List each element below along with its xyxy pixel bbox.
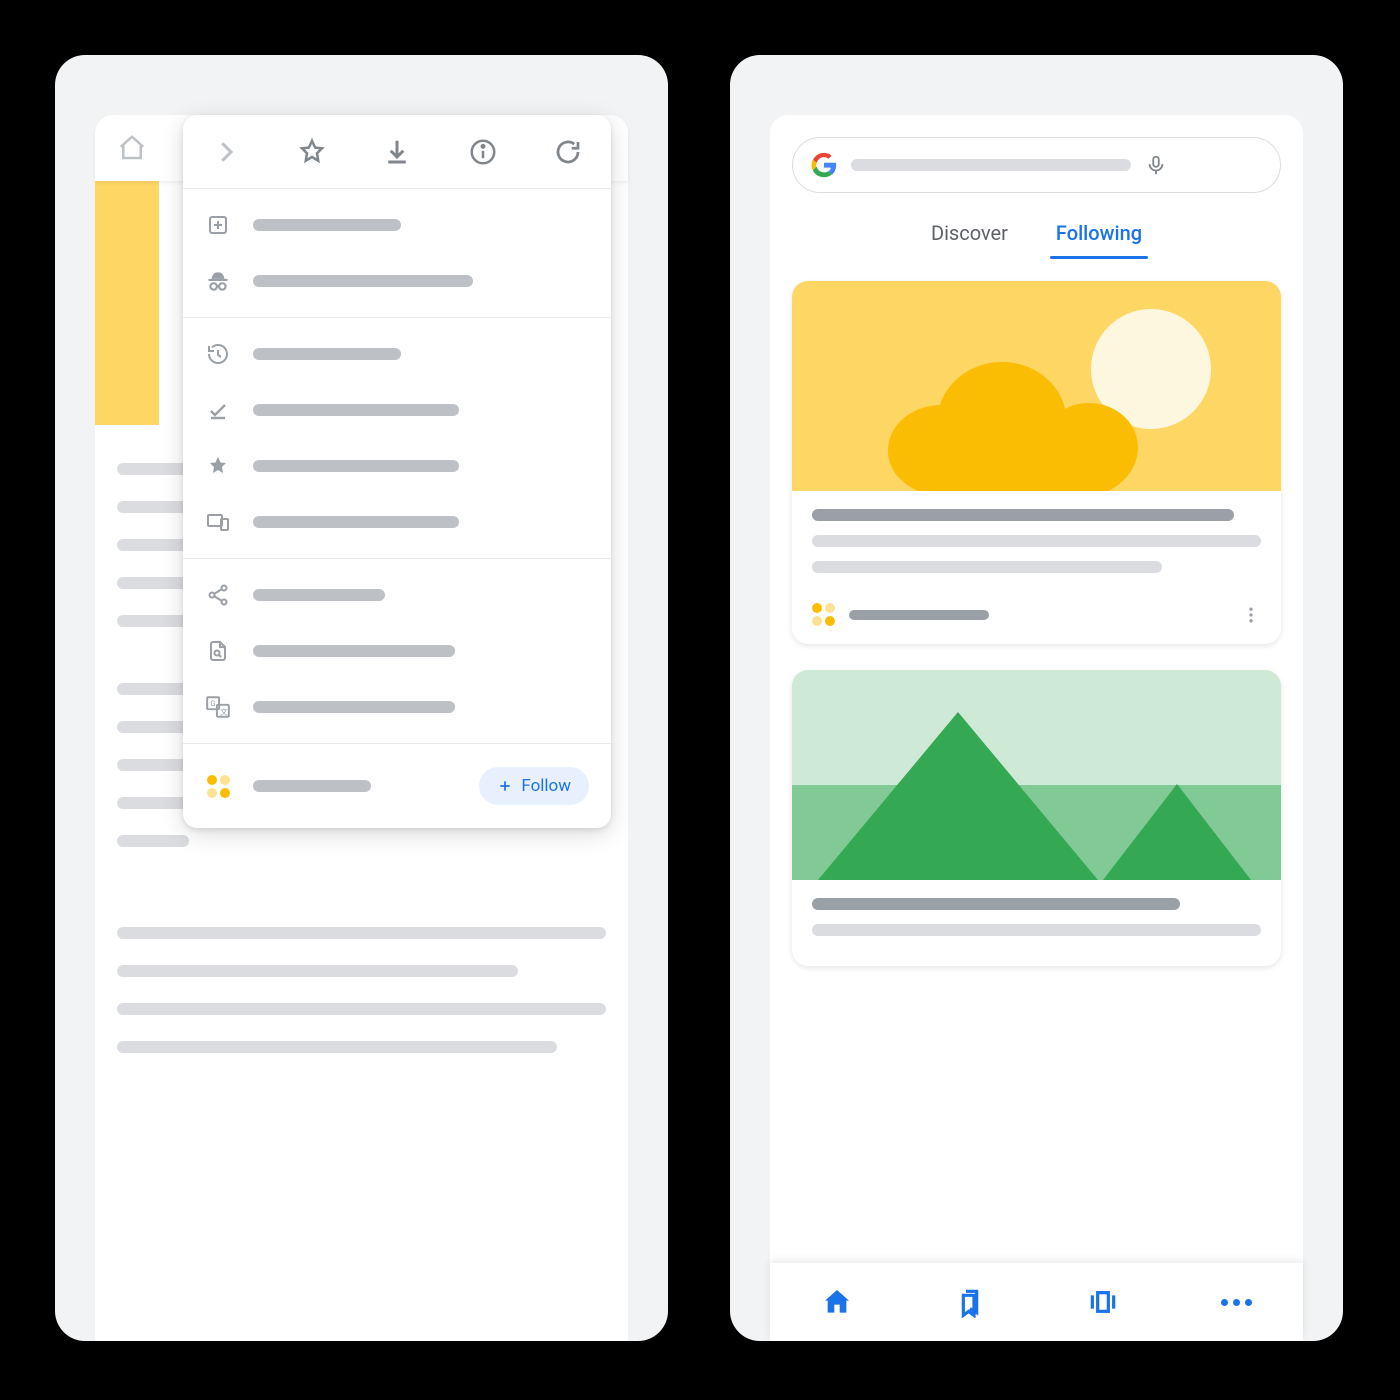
history-icon	[205, 341, 231, 367]
card-thumbnail	[792, 670, 1281, 880]
site-dots-icon	[205, 773, 231, 799]
source-dots-icon	[812, 603, 835, 626]
menu-item-translate[interactable]: G文	[183, 679, 611, 735]
follow-button[interactable]: Follow	[479, 767, 589, 805]
menu-item-new-tab[interactable]	[183, 197, 611, 253]
menu-item-recent-tabs[interactable]	[183, 494, 611, 550]
svg-text:文: 文	[220, 707, 228, 717]
menu-item-follow[interactable]: Follow	[183, 752, 611, 820]
share-icon	[205, 582, 231, 608]
hill-icon	[1103, 784, 1251, 880]
menu-item-find[interactable]	[183, 623, 611, 679]
cloud-icon	[888, 347, 1188, 491]
card-overflow-icon[interactable]	[1241, 605, 1261, 625]
downloads-done-icon	[205, 397, 231, 423]
menu-item-share[interactable]	[183, 567, 611, 623]
star-icon[interactable]	[297, 137, 327, 167]
card-footer	[792, 603, 1281, 644]
menu-item-bookmarks[interactable]	[183, 438, 611, 494]
menu-item-downloads[interactable]	[183, 382, 611, 438]
feed-surface: Discover Following	[770, 115, 1303, 1341]
reload-icon[interactable]	[553, 137, 583, 167]
follow-label: Follow	[521, 776, 571, 796]
source-name	[849, 610, 989, 620]
menu-item-label	[253, 275, 473, 287]
mic-icon[interactable]	[1145, 151, 1167, 179]
menu-section-3: G文	[183, 559, 611, 744]
plus-icon	[497, 778, 513, 794]
menu-section-2	[183, 318, 611, 559]
feed-card-2[interactable]	[792, 670, 1281, 966]
incognito-icon	[205, 268, 231, 294]
menu-item-label	[253, 701, 455, 713]
phone-following-feed: Discover Following	[730, 55, 1343, 1341]
menu-section-follow: Follow	[183, 744, 611, 828]
menu-item-label	[253, 589, 385, 601]
menu-item-incognito[interactable]	[183, 253, 611, 309]
forward-icon[interactable]	[211, 137, 241, 167]
new-tab-icon	[205, 212, 231, 238]
card-body	[792, 880, 1281, 966]
menu-section-1	[183, 189, 611, 318]
phone-chrome-menu: G文 Follow	[55, 55, 668, 1341]
stage: G文 Follow	[0, 0, 1400, 1400]
nav-tabs-icon[interactable]	[1087, 1286, 1119, 1318]
search-bar[interactable]	[792, 137, 1281, 193]
feed-card-1[interactable]	[792, 281, 1281, 644]
tab-discover[interactable]: Discover	[927, 213, 1012, 259]
nav-home-icon[interactable]	[821, 1286, 853, 1318]
svg-text:G: G	[210, 699, 215, 708]
home-icon[interactable]	[117, 133, 147, 163]
menu-item-history[interactable]	[183, 326, 611, 382]
search-placeholder	[851, 159, 1131, 171]
download-icon[interactable]	[382, 137, 412, 167]
feed-tabs: Discover Following	[770, 207, 1303, 259]
card-thumbnail	[792, 281, 1281, 491]
menu-item-label	[253, 460, 459, 472]
nav-bookmarks-icon[interactable]	[954, 1286, 986, 1318]
info-icon[interactable]	[468, 137, 498, 167]
menu-item-label	[253, 219, 401, 231]
bottom-nav	[770, 1263, 1303, 1341]
menu-item-label	[253, 645, 455, 657]
menu-item-label	[253, 780, 371, 792]
bookmarks-star-icon	[205, 453, 231, 479]
tab-following[interactable]: Following	[1052, 213, 1146, 259]
find-in-page-icon	[205, 638, 231, 664]
card-body	[792, 491, 1281, 603]
overflow-menu-action-row	[183, 115, 611, 189]
nav-more-icon[interactable]	[1220, 1286, 1252, 1318]
hill-icon	[818, 712, 1098, 880]
menu-item-label	[253, 404, 459, 416]
menu-item-label	[253, 348, 401, 360]
google-logo-icon	[811, 152, 837, 178]
devices-icon	[205, 509, 231, 535]
translate-icon: G文	[205, 694, 231, 720]
menu-item-label	[253, 516, 459, 528]
overflow-menu: G文 Follow	[183, 115, 611, 828]
